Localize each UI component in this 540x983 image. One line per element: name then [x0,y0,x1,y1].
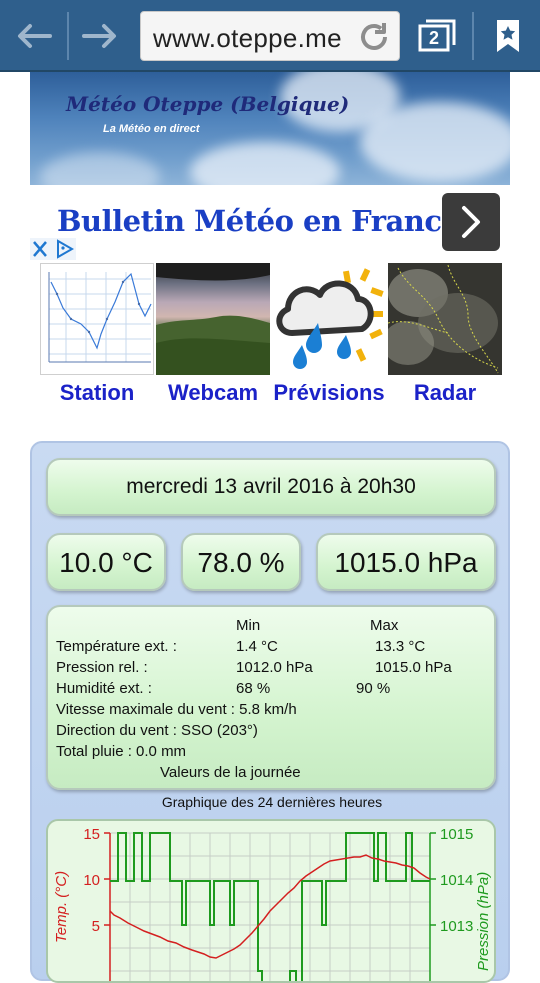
url-text: www.oteppe.me [153,23,342,53]
toolbar-divider [472,12,474,60]
rain-total-stat: Total pluie : 0.0 mm [56,743,187,760]
radar-thumbnail[interactable] [388,263,502,375]
humidity-min-value: 68 % [236,680,271,697]
wind-max-stat: Vitesse maximale du vent : 5.8 km/h [56,701,297,718]
webcam-thumbnail[interactable] [156,263,270,375]
current-pressure: 1015.0 hPa [334,547,478,578]
max-column-header: Max [370,617,399,634]
humidity-box: 78.0 % [181,533,301,591]
tabs-button[interactable]: 2 [418,18,458,54]
left-tick-15: 15 [83,826,100,843]
station-thumbnail[interactable] [40,263,154,375]
webcam-image [156,263,270,375]
back-arrow-icon [18,24,52,48]
nav-radar-link[interactable]: Radar [388,380,502,406]
temp-min-value: 1.4 °C [236,638,278,655]
daily-stats-box: Min Max Température ext. : 1.4 °C 13.3 °… [46,605,496,790]
reload-icon[interactable] [357,20,391,54]
ad-choices[interactable] [30,238,76,260]
nav-thumbnails [40,263,502,375]
humidity-stat-label: Humidité ext. : [56,680,152,697]
forward-button[interactable] [78,14,122,58]
ad-close-icon[interactable] [30,238,76,260]
pressure-box: 1015.0 hPa [316,533,496,591]
min-column-header: Min [236,617,261,634]
left-tick-10: 10 [83,872,100,889]
pressure-min-value: 1012.0 hPa [236,659,313,676]
ad-text[interactable]: Bulletin Météo en France » [57,204,487,238]
forecast-thumbnail[interactable] [272,263,386,375]
pressure-max-value: 1015.0 hPa [375,659,452,676]
chevron-right-icon [462,206,480,238]
temperature-box: 10.0 °C [46,533,166,591]
right-tick-1015: 1015 [440,826,473,843]
right-tick-1014: 1014 [440,872,473,889]
back-button[interactable] [12,14,56,58]
ad-arrow-button[interactable] [442,193,500,251]
nav-forecast-link[interactable]: Prévisions [268,380,390,406]
24h-graph: 15 10 5 1015 1014 1013 Temp. (°C) Pressi… [53,826,492,981]
pressure-stat-label: Pression rel. : [56,659,148,676]
tab-count: 2 [428,28,439,48]
bookmark-button[interactable] [486,14,530,58]
radar-image [388,263,502,375]
browser-toolbar: www.oteppe.me 2 [0,0,540,72]
left-tick-5: 5 [92,918,100,935]
bookmark-icon [497,20,519,52]
graph-title: Graphique des 24 dernières heures [161,794,383,810]
observation-datetime: mercredi 13 avril 2016 à 20h30 [126,475,416,498]
temp-stat-label: Température ext. : [56,638,177,655]
banner-title: Météo Oteppe (Belgique) [66,92,350,116]
rain-sun-cloud-icon [276,268,384,369]
current-humidity: 78.0 % [197,547,285,578]
right-tick-1013: 1013 [440,918,473,935]
nav-webcam-link[interactable]: Webcam [156,380,270,406]
wind-direction-stat: Direction du vent : SSO (203°) [56,722,258,739]
humidity-max-value: 90 % [356,680,391,697]
station-graph-image [48,272,152,363]
banner-subtitle: La Météo en direct [103,123,200,135]
temp-max-value: 13.3 °C [375,638,426,655]
url-bar[interactable]: www.oteppe.me [140,11,400,61]
date-box: mercredi 13 avril 2016 à 20h30 [46,458,496,516]
weather-panel: mercredi 13 avril 2016 à 20h30 10.0 °C 7… [30,441,510,983]
left-axis-label: Temp. (°C) [53,871,70,943]
daily-values-caption: Valeurs de la journée [160,764,301,781]
toolbar-divider [67,12,69,60]
forward-arrow-icon [82,24,116,48]
nav-station-link[interactable]: Station [40,380,154,406]
right-axis-label: Pression (hPa) [475,872,492,971]
graph-box: 15 10 5 1015 1014 1013 Temp. (°C) Pressi… [46,819,496,983]
current-temperature: 10.0 °C [59,547,153,578]
ad-banner[interactable]: Bulletin Météo en France » [30,190,510,260]
site-banner: Météo Oteppe (Belgique) La Météo en dire… [30,72,510,185]
